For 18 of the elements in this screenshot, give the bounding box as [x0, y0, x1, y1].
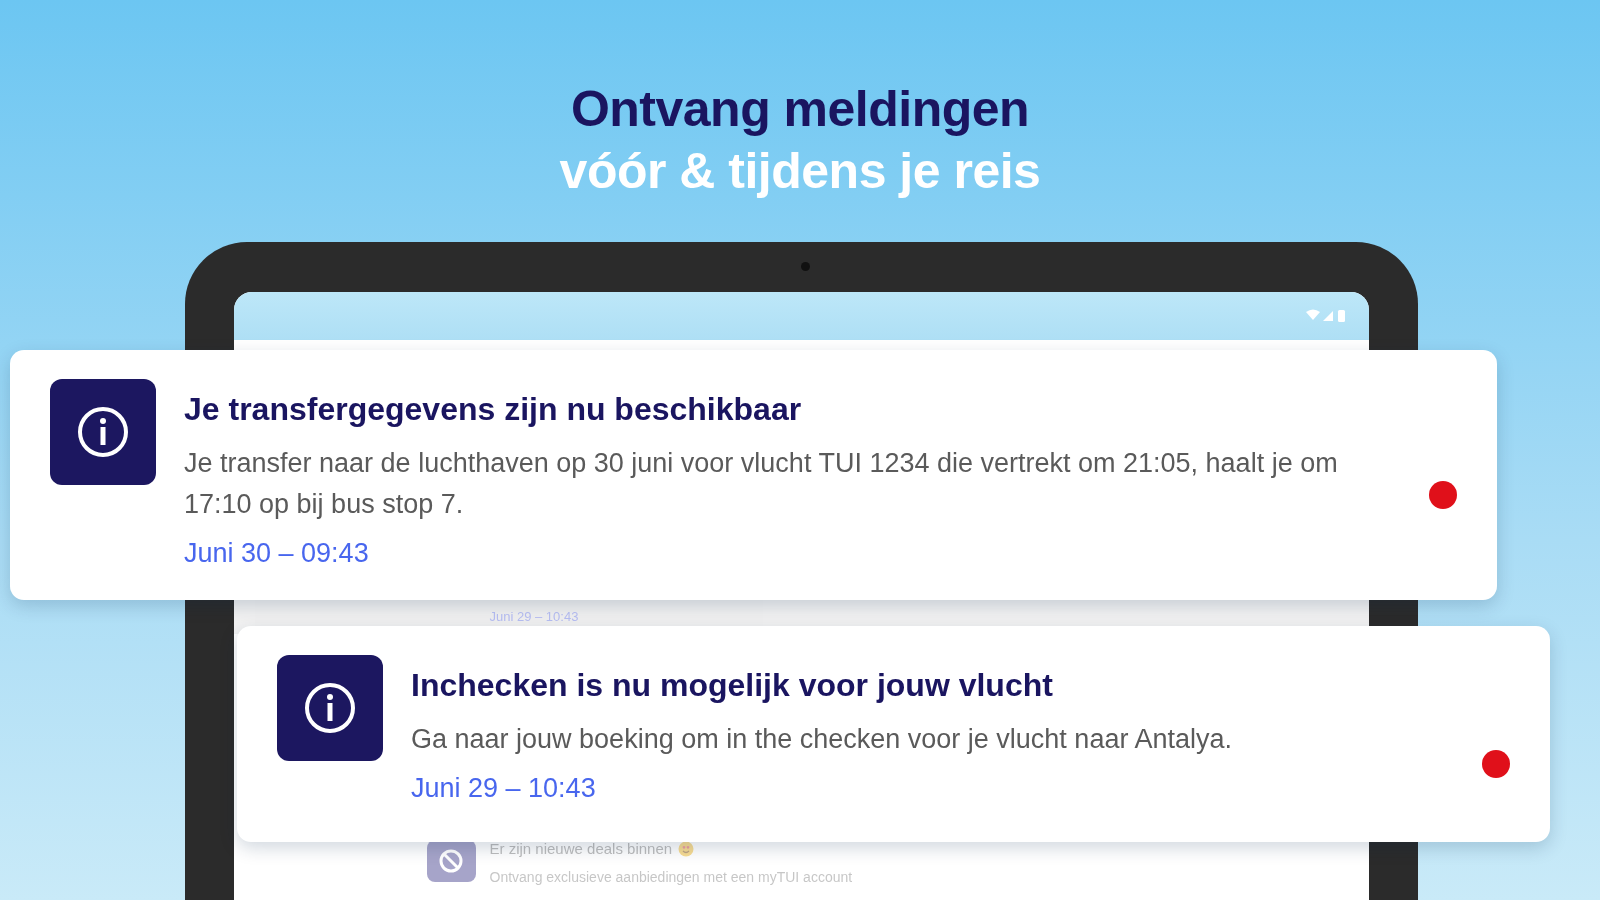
info-icon [303, 681, 357, 735]
notification-title: Inchecken is nu mogelijk voor jouw vlucht [411, 666, 1054, 705]
notification-body: Je transfer naar de luchthaven op 30 juni voor vlucht TUI 1234 die vertrekt om 21:05, haalt je om 17:10 op bij bus stop 7. [184, 447, 1339, 521]
notification-body: Ga naar jouw boeking om in the checken voor je vlucht naar Antalya. [411, 723, 1233, 756]
notification-title: Je transfergegevens zijn nu beschikbaar [184, 390, 803, 429]
info-icon [76, 405, 130, 459]
notification-title: Er zijn nieuwe deals binnen [489, 840, 673, 857]
camera-icon [801, 262, 810, 271]
notification-card[interactable]: Inchecken is nu mogelijk voor jouw vlucht Ga naar jouw boeking om in the checken voor je vlucht naar Antalya. Juni 29 – 10:43 [237, 626, 1550, 842]
emoji-icon [678, 840, 695, 857]
notification-body: Ontvang exclusieve aanbiedingen met een myTUI account [489, 869, 853, 885]
notification-date: Juni 30 – 09:43 [184, 537, 370, 570]
headline-subtitle: vóór & tijdens je reis [559, 142, 1041, 201]
notification-card[interactable]: Je transfergegevens zijn nu beschikbaar Je transfer naar de luchthaven op 30 juni voor vlucht TUI 1234 die vertrekt om 21:05, haalt je om 17:10 op bij bus stop 7. Juni 30 – 09:43 [10, 350, 1497, 600]
notification-date: Juni 29 – 10:43 [411, 772, 597, 805]
blocked-icon [438, 848, 464, 874]
status-icons-drawing [1304, 309, 1347, 323]
headline: Ontvang meldingen [570, 80, 1030, 139]
